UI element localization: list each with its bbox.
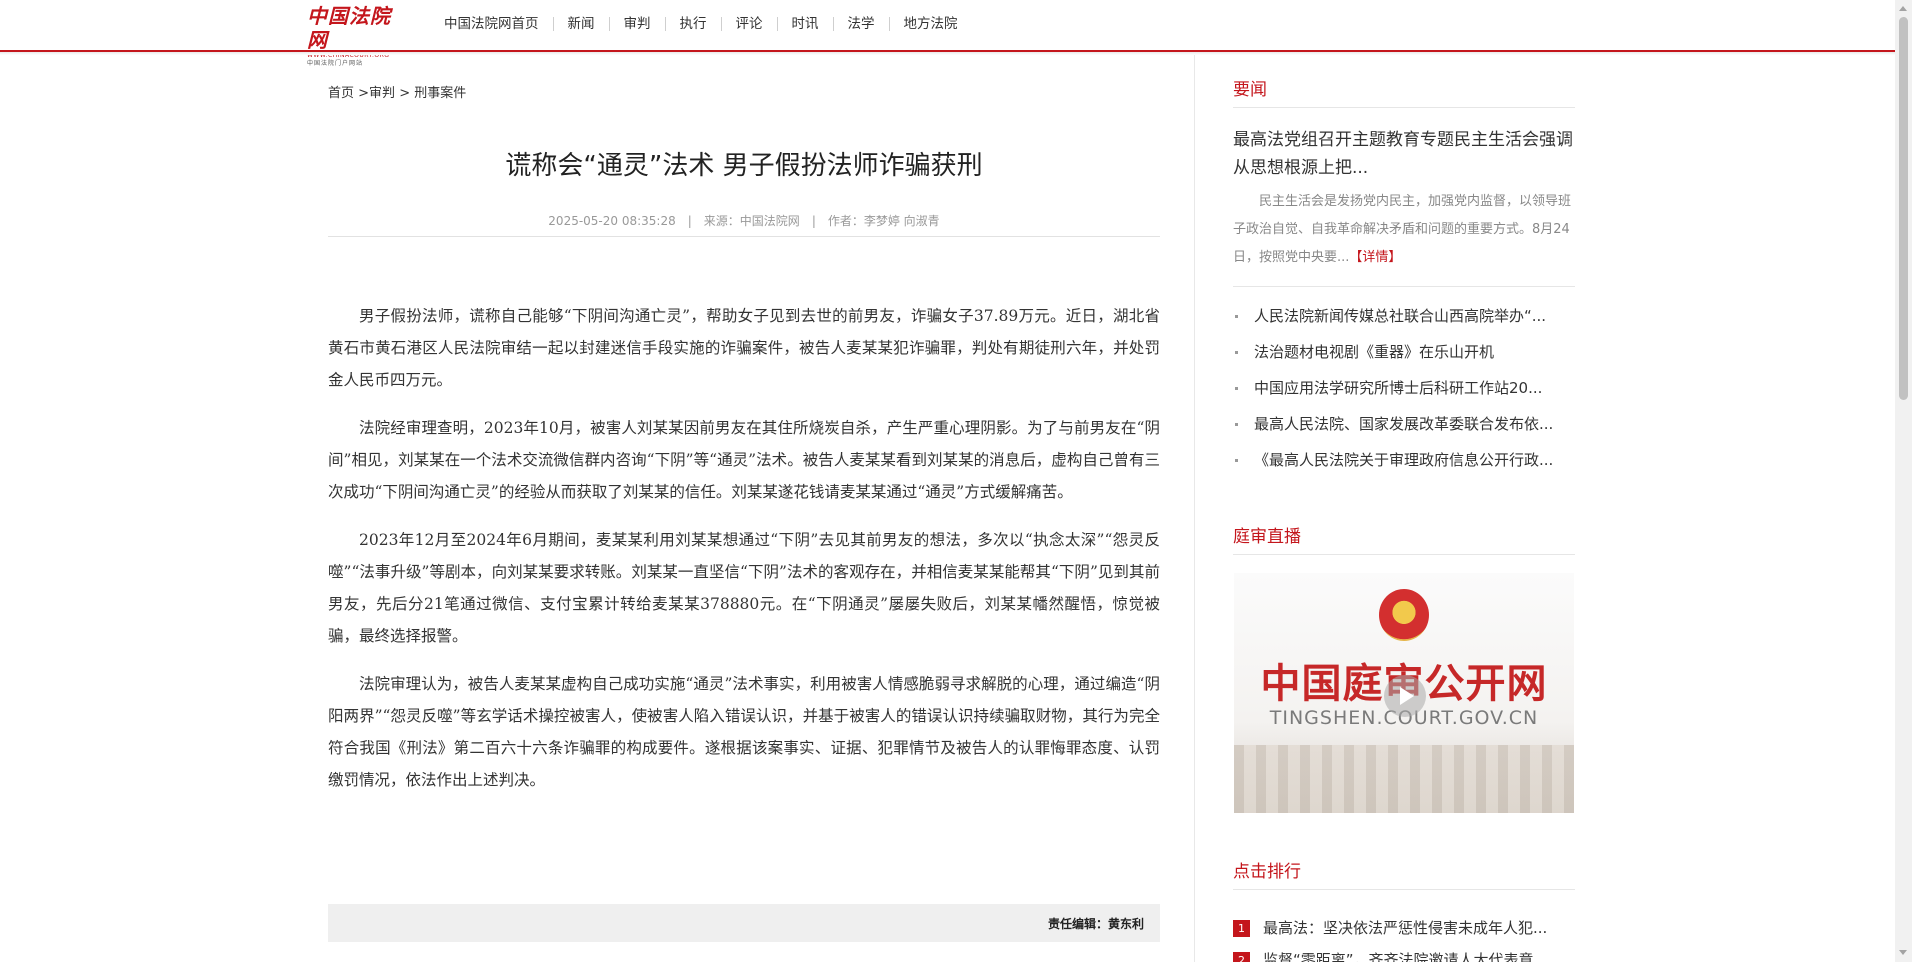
live-section-heading: 庭审直播 (1233, 525, 1575, 555)
logo-text: 中国法院网 (307, 4, 391, 52)
article-paragraph: 2023年12月至2024年6月期间，麦某某利用刘某某想通过“下阴”去见其前男友… (328, 531, 1160, 645)
article-paragraph: 法院经审理查明，2023年10月，被害人刘某某因前男友在其住所烧炭自杀，产生严重… (328, 419, 1160, 501)
news-list: 人民法院新闻传媒总社联合山西高院举办“... 法治题材电视剧《重器》在乐山开机 … (1233, 298, 1575, 478)
play-icon[interactable] (1384, 675, 1426, 717)
scroll-up-arrow-icon[interactable] (1899, 6, 1907, 11)
ranking-item-text: 最高法：坚决依法严惩性侵害未成年人犯... (1263, 919, 1548, 937)
news-list-item[interactable]: 人民法院新闻传媒总社联合山西高院举办“... (1233, 298, 1575, 334)
ranking-list: 1 最高法：坚决依法严惩性侵害未成年人犯... 2 监督“零距离”，齐齐法院邀请… (1233, 912, 1575, 962)
site-logo[interactable]: 中国法院网 WWW.CHINACOURT.ORG 中国法院门户网站 (307, 4, 403, 67)
logo-subtitle: 中国法院门户网站 (307, 60, 364, 67)
breadcrumb-separator: > (354, 86, 370, 101)
ranking-section-heading: 点击排行 (1233, 860, 1575, 890)
news-section-heading: 要闻 (1233, 78, 1575, 108)
article-paragraph: 法院审理认为，被告人麦某某虚构自己成功实施“通灵”法术事实，利用被害人情感脆弱寻… (328, 675, 1160, 789)
nav-news[interactable]: 新闻 (552, 17, 609, 31)
details-link[interactable]: 【详情】 (1349, 250, 1401, 265)
article-meta: 2025-05-20 08:35:28 | 来源：中国法院网 | 作者：李梦婷 向淑青 (328, 212, 1160, 229)
breadcrumb-separator: > (395, 86, 415, 101)
breadcrumb-trial[interactable]: 审判 (369, 86, 395, 101)
ranking-item-text: 监督“零距离”，齐齐法院邀请人大代表意... (1263, 951, 1548, 962)
courthouse-image (1234, 745, 1574, 813)
nav-law-study[interactable]: 法学 (832, 17, 889, 31)
editor-bar: 责任编辑：黄东利 (328, 904, 1160, 942)
meta-divider (328, 236, 1160, 237)
header-shadow (0, 52, 1895, 55)
nav-commentary[interactable]: 评论 (720, 17, 777, 31)
article-title: 谎称会“通灵”法术 男子假扮法师诈骗获刑 (505, 151, 983, 181)
column-divider (1194, 55, 1195, 962)
news-list-item[interactable]: 法治题材电视剧《重器》在乐山开机 (1233, 334, 1575, 370)
responsible-editor: 责任编辑：黄东利 (1047, 917, 1144, 931)
nav-home[interactable]: 中国法院网首页 (434, 17, 553, 31)
nav-local-courts[interactable]: 地方法院 (888, 17, 972, 31)
scroll-down-arrow-icon[interactable] (1899, 950, 1907, 955)
article-author: 作者：李梦婷 向淑青 (827, 214, 940, 228)
news-list-item[interactable]: 中国应用法学研究所博士后科研工作站20... (1233, 370, 1575, 406)
top-news-headline[interactable]: 最高法党组召开主题教育专题民主生活会强调 从思想根源上把... (1233, 126, 1575, 182)
meta-separator: | (687, 214, 692, 228)
nav-current-news[interactable]: 时讯 (776, 17, 833, 31)
article-source: 来源：中国法院网 (703, 214, 800, 228)
breadcrumb: 首页 >审判 > 刑事案件 (328, 82, 466, 101)
court-live-banner[interactable]: 中国庭审公开网 TINGSHEN.COURT.GOV.CN (1234, 573, 1574, 813)
nav-trial[interactable]: 审判 (608, 17, 665, 31)
ranking-item[interactable]: 1 最高法：坚决依法严惩性侵害未成年人犯... (1233, 912, 1575, 944)
article-paragraph: 男子假扮法师，谎称自己能够“下阴间沟通亡灵”，帮助女子见到去世的前男友，诈骗女子… (328, 307, 1160, 389)
meta-separator: | (811, 214, 816, 228)
national-emblem-icon (1379, 589, 1429, 641)
top-news-summary: 民主生活会是发扬党内民主，加强党内监督，以领导班子政治自觉、自我革命解决矛盾和问… (1233, 188, 1575, 272)
rank-badge: 2 (1233, 952, 1250, 962)
article-date: 2025-05-20 08:35:28 (548, 214, 676, 228)
news-divider (1233, 286, 1575, 287)
ranking-item[interactable]: 2 监督“零距离”，齐齐法院邀请人大代表意... (1233, 944, 1575, 962)
article-body: 男子假扮法师，谎称自己能够“下阴间沟通亡灵”，帮助女子见到去世的前男友，诈骗女子… (328, 300, 1160, 812)
top-news-summary-text: 民主生活会是发扬党内民主，加强党内监督，以领导班子政治自觉、自我革命解决矛盾和问… (1233, 194, 1572, 265)
breadcrumb-home[interactable]: 首页 (328, 86, 354, 101)
site-header: 中国法院网 WWW.CHINACOURT.ORG 中国法院门户网站 中国法院网首… (0, 0, 1895, 67)
news-list-item[interactable]: 《最高人民法院关于审理政府信息公开行政... (1233, 442, 1575, 478)
main-nav: 中国法院网首页 新闻 审判 执行 评论 时讯 法学 地方法院 (434, 14, 972, 34)
vertical-scrollbar[interactable] (1895, 0, 1912, 962)
nav-execution[interactable]: 执行 (664, 17, 721, 31)
breadcrumb-criminal-cases[interactable]: 刑事案件 (414, 86, 466, 101)
news-list-item[interactable]: 最高人民法院、国家发展改革委联合发布依... (1233, 406, 1575, 442)
rank-badge: 1 (1233, 920, 1250, 937)
scrollbar-thumb[interactable] (1899, 17, 1908, 400)
